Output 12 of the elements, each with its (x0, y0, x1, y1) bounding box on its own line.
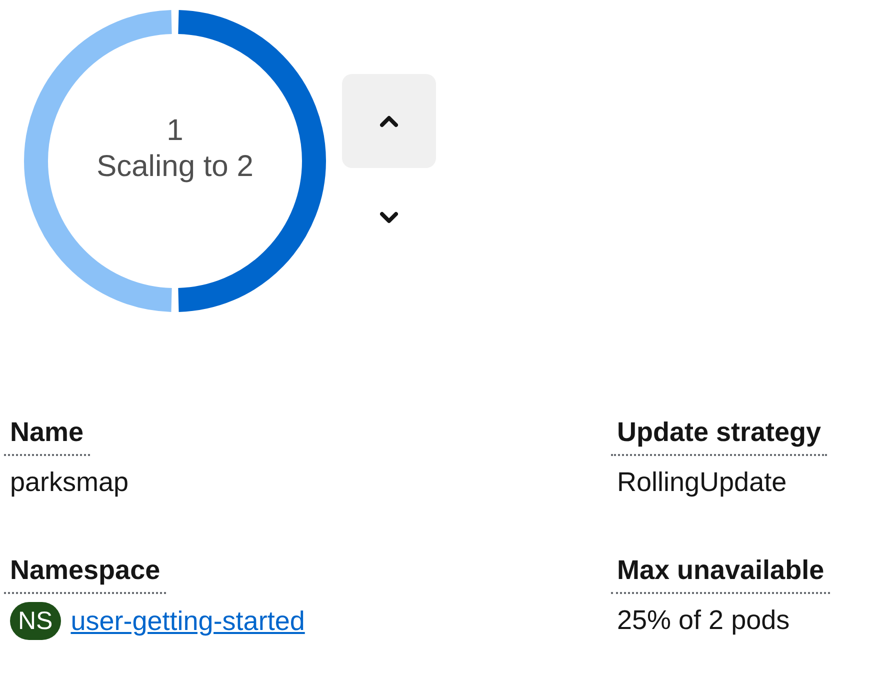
detail-value: 25% of 2 pods (617, 604, 790, 637)
detail-label[interactable]: Update strategy (611, 414, 828, 456)
detail-label[interactable]: Max unavailable (611, 552, 830, 594)
detail-label[interactable]: Name (4, 414, 90, 456)
detail-value: RollingUpdate (617, 466, 787, 499)
detail-value: parksmap (10, 466, 129, 499)
namespace-badge: NS (10, 602, 61, 640)
pod-count: 1 (166, 113, 184, 149)
detail-label[interactable]: Namespace (4, 552, 166, 594)
scaling-status: Scaling to 2 (96, 149, 254, 185)
scale-up-button[interactable] (342, 74, 436, 168)
namespace-link[interactable]: user-getting-started (70, 603, 305, 639)
